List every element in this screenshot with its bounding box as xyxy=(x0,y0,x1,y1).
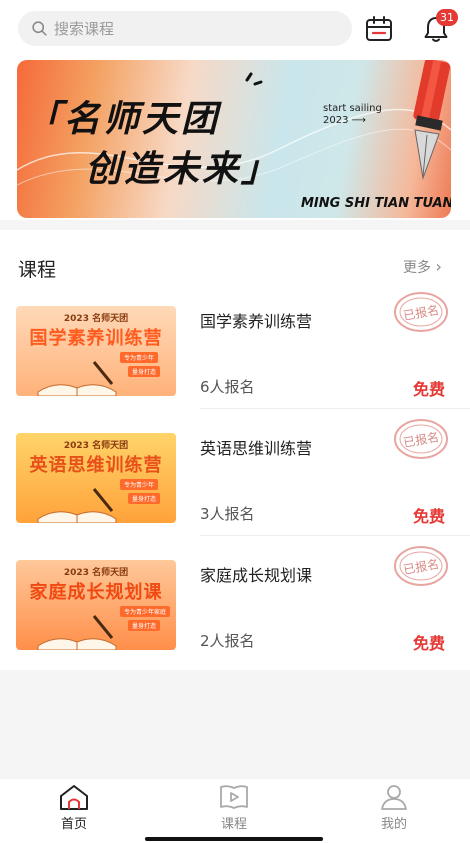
chevron-right-icon: › xyxy=(435,257,442,276)
thumb-tag: 量身打造 xyxy=(128,366,161,377)
user-icon xyxy=(381,785,407,810)
fountain-pen-icon xyxy=(413,60,451,180)
tab-label: 我的 xyxy=(380,817,407,832)
tab-home[interactable]: 首页 xyxy=(34,783,114,832)
banner-section: 「名师天团 创造未来」 start sailing 2023 ⟶ MING SH… xyxy=(0,58,470,220)
price-label: 免费 xyxy=(413,634,446,653)
enroll-count: 6人报名 xyxy=(200,378,255,396)
course-thumbnail[interactable]: 2023 名师天团 家庭成长规划课 专为青少年家庭 量身打造 xyxy=(16,560,176,650)
tab-label: 课程 xyxy=(220,817,247,832)
search-input[interactable]: 搜索课程 xyxy=(18,11,352,46)
enrolled-stamp-icon: 已报名 xyxy=(394,546,448,586)
tab-courses[interactable]: 课程 xyxy=(194,783,274,832)
stamp-text: 已报名 xyxy=(402,302,440,323)
course-item[interactable]: 2023 名师天团 家庭成长规划课 专为青少年家庭 量身打造 家庭成长规划课 2… xyxy=(0,546,470,679)
enrolled-stamp-icon: 已报名 xyxy=(394,292,448,332)
search-placeholder: 搜索课程 xyxy=(54,20,115,38)
course-title: 国学素养训练营 xyxy=(200,312,313,331)
notification-badge: 31 xyxy=(436,9,458,26)
course-thumbnail[interactable]: 2023 名师天团 英语思维训练营 专为青少年 量身打造 xyxy=(16,433,176,523)
open-book-icon xyxy=(37,361,117,396)
thumb-tag: 专为青少年 xyxy=(120,479,159,490)
thumb-title: 英语思维训练营 xyxy=(29,455,163,476)
thumb-year: 2023 名师天团 xyxy=(63,314,129,324)
open-book-icon xyxy=(37,488,117,523)
thumb-tag: 量身打造 xyxy=(128,493,161,504)
thumb-year: 2023 名师天团 xyxy=(63,568,129,578)
banner-line-1: 「名师天团 xyxy=(25,99,221,140)
divider xyxy=(200,408,470,409)
video-book-icon xyxy=(220,785,248,809)
stamp-text: 已报名 xyxy=(402,429,440,450)
course-title: 家庭成长规划课 xyxy=(200,566,313,585)
sail-label: start sailing xyxy=(323,103,382,114)
search-icon xyxy=(32,21,47,36)
thumb-tag: 专为青少年家庭 xyxy=(120,606,171,617)
bottom-tab-bar: 首页 课程 我的 xyxy=(0,779,470,843)
course-thumbnail[interactable]: 2023 名师天团 国学素养训练营 专为青少年 量身打造 xyxy=(16,306,176,396)
course-title: 英语思维训练营 xyxy=(200,439,313,458)
tab-profile[interactable]: 我的 xyxy=(354,783,434,832)
price-label: 免费 xyxy=(413,380,446,399)
thumb-title: 家庭成长规划课 xyxy=(29,582,163,603)
banner-pinyin: MING SHI TIAN TUAN xyxy=(301,196,451,211)
calendar-icon[interactable] xyxy=(365,15,393,43)
divider xyxy=(200,535,470,536)
home-icon xyxy=(60,785,88,810)
enroll-count: 3人报名 xyxy=(200,505,255,523)
home-indicator xyxy=(145,837,323,841)
thumb-tag: 专为青少年 xyxy=(120,352,159,363)
banner-sail-text: start sailing 2023 ⟶ xyxy=(323,103,382,126)
course-item[interactable]: 2023 名师天团 英语思维训练营 专为青少年 量身打造 英语思维训练营 3人报… xyxy=(0,419,470,552)
course-item[interactable]: 2023 名师天团 国学素养训练营 专为青少年 量身打造 国学素养训练营 6人报… xyxy=(0,292,470,425)
thumb-year: 2023 名师天团 xyxy=(63,441,129,451)
tab-label: 首页 xyxy=(60,817,87,832)
section-title: 课程 xyxy=(18,259,57,281)
price-label: 免费 xyxy=(413,507,446,526)
more-link[interactable]: 更多 › xyxy=(403,257,442,277)
enrolled-stamp-icon: 已报名 xyxy=(394,419,448,459)
promo-banner[interactable]: 「名师天团 创造未来」 start sailing 2023 ⟶ MING SH… xyxy=(17,60,451,218)
thumb-title: 国学素养训练营 xyxy=(29,328,163,349)
open-book-icon xyxy=(37,615,117,650)
course-section: 课程 更多 › 2023 名师天团 国学素养训练营 专为青少年 量身打造 国学素… xyxy=(0,230,470,670)
enroll-count: 2人报名 xyxy=(200,632,255,650)
banner-line-2: 创造未来」 xyxy=(85,149,281,190)
more-label: 更多 xyxy=(403,260,431,276)
sail-year: 2023 xyxy=(323,115,349,126)
thumb-tag: 量身打造 xyxy=(128,620,161,631)
top-bar: 搜索课程 31 xyxy=(0,0,470,58)
stamp-text: 已报名 xyxy=(402,556,440,577)
